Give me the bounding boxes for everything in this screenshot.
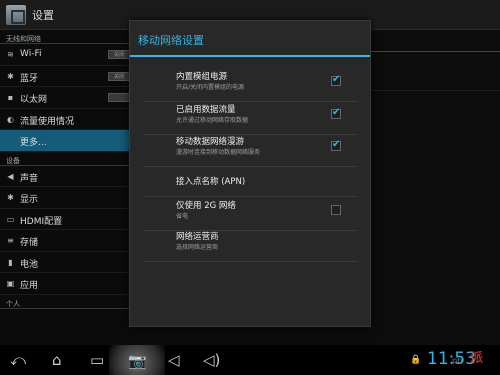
pref-checkbox[interactable] bbox=[331, 107, 341, 119]
sidebar-item-label: 以太网 bbox=[20, 95, 48, 105]
pref-title: 移动数据网络漫游 bbox=[176, 137, 245, 147]
wifi-icon: ≋ bbox=[7, 50, 14, 59]
storage-icon: ≡ bbox=[7, 236, 14, 245]
divider bbox=[370, 51, 500, 52]
pref-title: 已启用数据流量 bbox=[176, 105, 236, 115]
dialog-pref-item[interactable]: 接入点名称 (APN) bbox=[144, 169, 358, 197]
sidebar-item-label: 蓝牙 bbox=[20, 73, 39, 84]
screenshot-button[interactable]: 📷 bbox=[109, 345, 165, 375]
dialog-pref-item[interactable]: 移动数据网络漫游漫游时连接到移动数据网络服务 bbox=[144, 135, 358, 167]
home-icon[interactable]: ⌂ bbox=[52, 351, 62, 369]
toggle-switch[interactable]: 关闭 bbox=[108, 71, 130, 81]
hdmi-icon: ▭ bbox=[6, 214, 15, 224]
dialog-title: 移动网络设置 bbox=[130, 21, 370, 57]
detail-pane bbox=[370, 30, 500, 345]
sidebar-item-label: 更多... bbox=[20, 138, 47, 148]
lock-icon: 🔒 bbox=[410, 355, 422, 365]
pref-summary: 选择网络运营商 bbox=[176, 244, 219, 251]
sound-icon: ◀ bbox=[7, 171, 14, 181]
pref-title: 接入点名称 (APN) bbox=[176, 177, 246, 187]
settings-app-icon[interactable] bbox=[6, 5, 26, 25]
watermark-logo: 派 bbox=[470, 351, 484, 366]
dialog-pref-item[interactable]: 已启用数据流量允许通过移动网络存取数据 bbox=[144, 103, 358, 135]
sidebar-item-label: HDMI配置 bbox=[20, 216, 63, 227]
toggle-switch[interactable]: 关闭 bbox=[108, 50, 130, 59]
pref-checkbox[interactable] bbox=[331, 74, 341, 86]
pref-summary: 省电 bbox=[176, 213, 189, 220]
mobile-network-dialog: 移动网络设置 内置模组电源开启/关闭内置模组的电源已启用数据流量允许通过移动网络… bbox=[129, 20, 371, 327]
sidebar-item-label: 显示 bbox=[20, 195, 39, 205]
dialog-pref-item[interactable]: 内置模组电源开启/关闭内置模组的电源 bbox=[144, 70, 358, 102]
dialog-pref-item[interactable]: 网络运营商选择网络运营商 bbox=[144, 230, 358, 262]
apps-icon: ▣ bbox=[6, 279, 15, 288]
pref-summary: 开启/关闭内置模组的电源 bbox=[176, 84, 245, 91]
system-nav-bar: ⤺ ⌂ ▭ 📷 ◁ ◁) 🔒 11:53 bbox=[0, 345, 500, 375]
volume-up-icon[interactable]: ◁) bbox=[203, 351, 220, 369]
sidebar-item-label: 电池 bbox=[20, 259, 39, 270]
back-icon[interactable]: ⤺ bbox=[10, 351, 26, 369]
page-title: 设置 bbox=[32, 9, 54, 22]
sidebar-item-label: 应用 bbox=[20, 281, 39, 291]
pref-title: 网络运营商 bbox=[176, 232, 219, 242]
volume-down-icon[interactable]: ◁ bbox=[168, 351, 180, 369]
dialog-pref-item[interactable]: 仅使用 2G 网络 省电 bbox=[144, 199, 358, 231]
pref-checkbox[interactable] bbox=[331, 205, 341, 215]
divider bbox=[370, 90, 500, 91]
recent-apps-icon[interactable]: ▭ bbox=[90, 351, 104, 369]
camera-icon: 📷 bbox=[128, 352, 147, 370]
pref-checkbox[interactable] bbox=[331, 139, 341, 151]
sidebar-item-label: 流量使用情况 bbox=[20, 116, 75, 127]
sidebar-item-label: Wi-Fi bbox=[20, 49, 42, 59]
data-usage-icon: ◐ bbox=[7, 114, 14, 124]
bluetooth-icon: ✱ bbox=[7, 71, 14, 81]
sidebar-item-label: 存储 bbox=[20, 238, 39, 248]
display-icon: ✱ bbox=[7, 193, 14, 202]
pref-summary: 允许通过移动网络存取数据 bbox=[176, 117, 249, 124]
pref-title: 内置模组电源 bbox=[176, 72, 228, 82]
sidebar-item-label: 声音 bbox=[20, 173, 39, 184]
pref-summary: 漫游时连接到移动数据网络服务 bbox=[176, 149, 261, 156]
pref-title: 仅使用 2G 网络 bbox=[176, 201, 236, 211]
toggle-switch[interactable] bbox=[108, 93, 130, 102]
watermark-text: pb bbox=[452, 356, 463, 365]
ethernet-icon: ▪ bbox=[7, 93, 14, 102]
battery-icon: ▮ bbox=[8, 257, 13, 267]
